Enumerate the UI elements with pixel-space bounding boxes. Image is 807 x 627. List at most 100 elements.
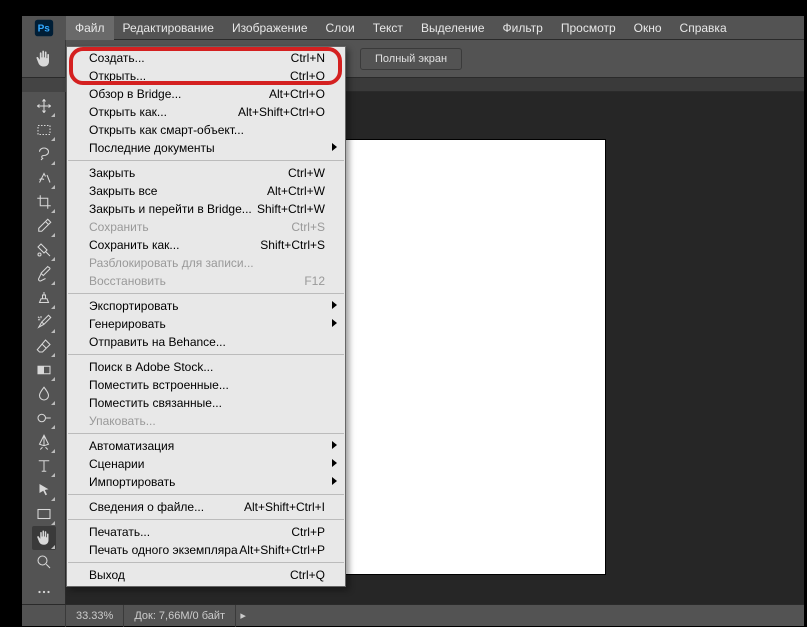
tools-panel bbox=[22, 92, 66, 604]
menu-item-label: Сведения о файле... bbox=[89, 500, 204, 514]
hand-tool[interactable] bbox=[32, 526, 56, 550]
zoom-level[interactable]: 33.33% bbox=[66, 605, 124, 627]
crop-tool[interactable] bbox=[32, 190, 56, 214]
menu-item-shortcut: Shift+Ctrl+W bbox=[257, 202, 325, 216]
menu-item-выход[interactable]: ВыходCtrl+Q bbox=[67, 566, 345, 584]
menu-item-label: Автоматизация bbox=[89, 439, 174, 453]
menu-help[interactable]: Справка bbox=[671, 16, 736, 40]
rectangle-tool[interactable] bbox=[32, 502, 56, 526]
menu-item-закрыть-и-перейти-в-bridge-[interactable]: Закрыть и перейти в Bridge...Shift+Ctrl+… bbox=[67, 200, 345, 218]
menu-separator bbox=[68, 519, 344, 520]
quick-select-tool[interactable] bbox=[32, 166, 56, 190]
menu-item-label: Сценарии bbox=[89, 457, 144, 471]
menu-item-поместить-связанные-[interactable]: Поместить связанные... bbox=[67, 394, 345, 412]
menu-item-открыть-[interactable]: Открыть...Ctrl+O bbox=[67, 67, 345, 85]
type-tool[interactable] bbox=[32, 454, 56, 478]
move-tool[interactable] bbox=[32, 94, 56, 118]
menu-item-создать-[interactable]: Создать...Ctrl+N bbox=[67, 49, 345, 67]
menu-item-label: Открыть... bbox=[89, 69, 146, 83]
menu-item-label: Экспортировать bbox=[89, 299, 179, 313]
menu-item-сценарии[interactable]: Сценарии bbox=[67, 455, 345, 473]
menu-item-генерировать[interactable]: Генерировать bbox=[67, 315, 345, 333]
menu-item-label: Сохранить bbox=[89, 220, 149, 234]
menu-item-обзор-в-bridge-[interactable]: Обзор в Bridge... Alt+Ctrl+O bbox=[67, 85, 345, 103]
menu-text[interactable]: Текст bbox=[364, 16, 412, 40]
menu-item-label: Поместить встроенные... bbox=[89, 378, 229, 392]
file-menu-dropdown: Создать...Ctrl+NОткрыть...Ctrl+OОбзор в … bbox=[66, 46, 346, 587]
eyedropper-tool[interactable] bbox=[32, 214, 56, 238]
menu-item-открыть-как-смарт-объект-[interactable]: Открыть как смарт-объект... bbox=[67, 121, 345, 139]
menu-item-label: Печатать... bbox=[89, 525, 150, 539]
doc-info[interactable]: Док: 7,66M/0 байт bbox=[124, 605, 236, 627]
history-brush-tool[interactable] bbox=[32, 310, 56, 334]
menu-item-shortcut: F12 bbox=[304, 274, 325, 288]
pen-tool[interactable] bbox=[32, 430, 56, 454]
spot-heal-tool[interactable] bbox=[32, 238, 56, 262]
menu-item-label: Сохранить как... bbox=[89, 238, 179, 252]
menu-item-сохранить-как-[interactable]: Сохранить как...Shift+Ctrl+S bbox=[67, 236, 345, 254]
menu-item-shortcut: Alt+Ctrl+O bbox=[269, 87, 325, 101]
zoom-tool[interactable] bbox=[32, 550, 56, 574]
status-menu-arrow[interactable]: ▸ bbox=[236, 609, 250, 622]
menu-item-label: Обзор в Bridge... bbox=[89, 87, 181, 101]
menu-item-shortcut: Alt+Shift+Ctrl+O bbox=[238, 105, 325, 119]
menu-item-label: Открыть как... bbox=[89, 105, 167, 119]
menu-view[interactable]: Просмотр bbox=[552, 16, 625, 40]
lasso-tool[interactable] bbox=[32, 142, 56, 166]
menu-filter[interactable]: Фильтр bbox=[494, 16, 552, 40]
menu-item-автоматизация[interactable]: Автоматизация bbox=[67, 437, 345, 455]
menu-separator bbox=[68, 354, 344, 355]
menu-item-label: Отправить на Behance... bbox=[89, 335, 226, 349]
menu-item-label: Генерировать bbox=[89, 317, 166, 331]
menu-layers[interactable]: Слои bbox=[317, 16, 364, 40]
full-screen-button[interactable]: Полный экран bbox=[360, 48, 462, 70]
submenu-arrow-icon bbox=[332, 301, 337, 309]
blur-tool[interactable] bbox=[32, 382, 56, 406]
edit-toolbar[interactable] bbox=[32, 580, 56, 604]
menu-item-поместить-встроенные-[interactable]: Поместить встроенные... bbox=[67, 376, 345, 394]
photoshop-logo: Ps bbox=[22, 16, 66, 40]
menu-item-закрыть-все[interactable]: Закрыть всеAlt+Ctrl+W bbox=[67, 182, 345, 200]
brush-tool[interactable] bbox=[32, 262, 56, 286]
eraser-tool[interactable] bbox=[32, 334, 56, 358]
menu-item-shortcut: Ctrl+P bbox=[291, 525, 325, 539]
menu-item-печатать-[interactable]: Печатать... Ctrl+P bbox=[67, 523, 345, 541]
menu-separator bbox=[68, 562, 344, 563]
menu-item-печать-одного-экземпляра[interactable]: Печать одного экземпляраAlt+Shift+Ctrl+P bbox=[67, 541, 345, 559]
menu-item-последние-документы[interactable]: Последние документы bbox=[67, 139, 345, 157]
menu-item-label: Поместить связанные... bbox=[89, 396, 222, 410]
menu-item-label: Разблокировать для записи... bbox=[89, 256, 254, 270]
menu-separator bbox=[68, 293, 344, 294]
menu-item-label: Закрыть bbox=[89, 166, 135, 180]
menu-image[interactable]: Изображение bbox=[223, 16, 317, 40]
menu-item-label: Выход bbox=[89, 568, 125, 582]
menu-item-импортировать[interactable]: Импортировать bbox=[67, 473, 345, 491]
menu-item-отправить-на-behance-[interactable]: Отправить на Behance... bbox=[67, 333, 345, 351]
menu-item-экспортировать[interactable]: Экспортировать bbox=[67, 297, 345, 315]
menu-item-открыть-как-[interactable]: Открыть как... Alt+Shift+Ctrl+O bbox=[67, 103, 345, 121]
menu-item-закрыть[interactable]: Закрыть Ctrl+W bbox=[67, 164, 345, 182]
menu-item-сведения-о-файле-[interactable]: Сведения о файле...Alt+Shift+Ctrl+I bbox=[67, 498, 345, 516]
marquee-tool[interactable] bbox=[32, 118, 56, 142]
menu-window[interactable]: Окно bbox=[625, 16, 671, 40]
submenu-arrow-icon bbox=[332, 441, 337, 449]
menu-item-разблокировать-для-записи-: Разблокировать для записи... bbox=[67, 254, 345, 272]
menu-select[interactable]: Выделение bbox=[412, 16, 494, 40]
gradient-tool[interactable] bbox=[32, 358, 56, 382]
dodge-tool[interactable] bbox=[32, 406, 56, 430]
menu-edit[interactable]: Редактирование bbox=[114, 16, 223, 40]
menu-item-упаковать-: Упаковать... bbox=[67, 412, 345, 430]
menu-item-поиск-в-adobe-stock-[interactable]: Поиск в Adobe Stock... bbox=[67, 358, 345, 376]
menu-item-label: Восстановить bbox=[89, 274, 166, 288]
menu-item-восстановить: Восстановить F12 bbox=[67, 272, 345, 290]
status-bar: 33.33% Док: 7,66M/0 байт ▸ bbox=[22, 604, 804, 626]
menu-item-label: Создать... bbox=[89, 51, 145, 65]
menu-item-shortcut: Ctrl+W bbox=[288, 166, 325, 180]
clone-stamp-tool[interactable] bbox=[32, 286, 56, 310]
menu-file[interactable]: Файл bbox=[66, 16, 114, 40]
path-select-tool[interactable] bbox=[32, 478, 56, 502]
menu-item-сохранить: СохранитьCtrl+S bbox=[67, 218, 345, 236]
menu-item-label: Последние документы bbox=[89, 141, 215, 155]
submenu-arrow-icon bbox=[332, 477, 337, 485]
submenu-arrow-icon bbox=[332, 143, 337, 151]
